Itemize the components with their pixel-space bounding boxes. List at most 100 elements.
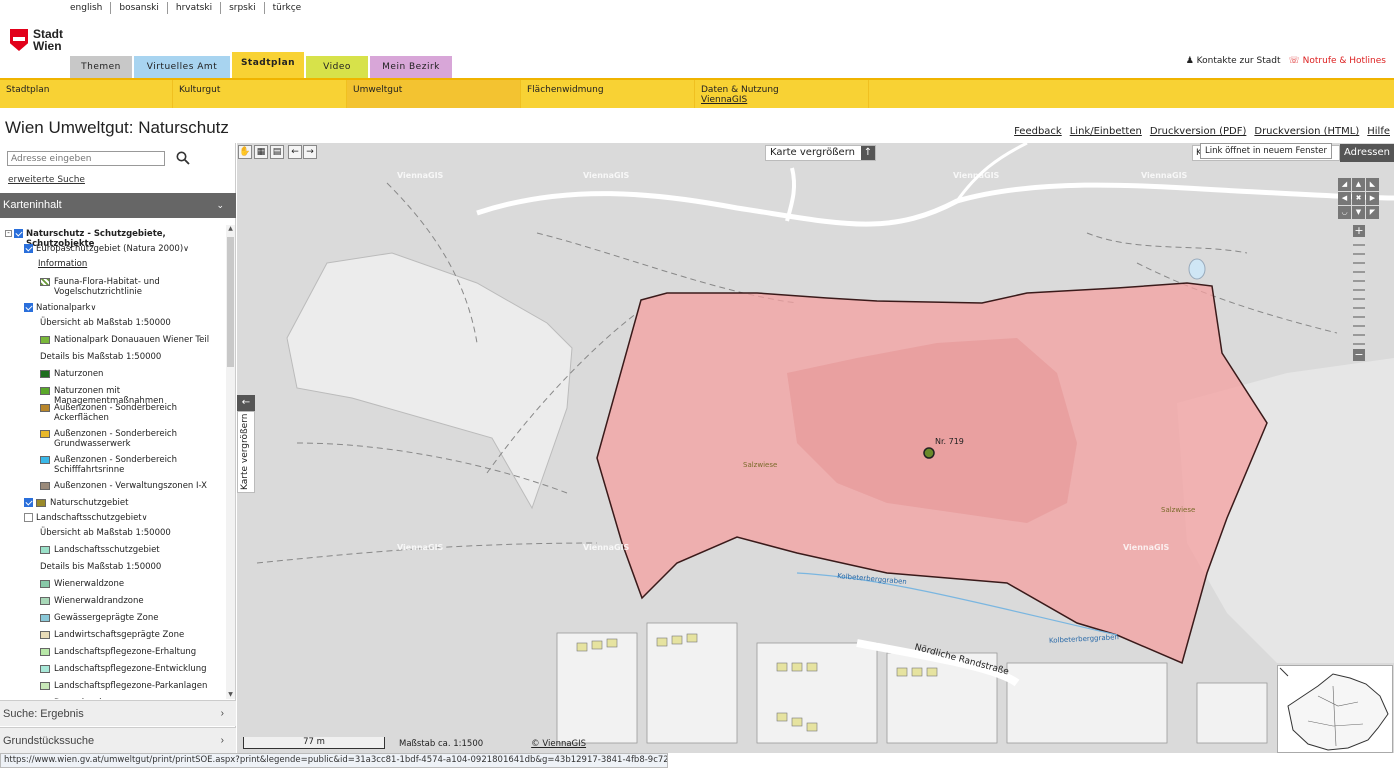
- tree-row-link[interactable]: Information: [38, 259, 220, 269]
- zoom-out-icon[interactable]: −: [1353, 349, 1365, 361]
- map-content-panel-header[interactable]: Karteninhalt ⌄: [0, 193, 236, 218]
- lang-turkce[interactable]: türkçe: [265, 2, 310, 14]
- search-icon[interactable]: [176, 151, 190, 165]
- tree-row-layer[interactable]: Naturschutzgebiet: [24, 498, 220, 508]
- layer-checkbox[interactable]: [24, 303, 33, 312]
- legend-swatch: [40, 404, 50, 412]
- tree-row-legend: Gewässergeprägte Zone: [40, 613, 220, 623]
- pan-tool-icon[interactable]: ✋: [238, 145, 252, 159]
- object-marker[interactable]: [923, 447, 935, 459]
- tree-row-layer[interactable]: Nationalpark ∨: [24, 303, 220, 313]
- map-view[interactable]: ViennaGIS ViennaGIS ViennaGIS ViennaGIS …: [237, 143, 1394, 753]
- print-html-link[interactable]: Druckversion (HTML): [1254, 126, 1359, 137]
- tree-row-legend: Naturzonen: [40, 369, 220, 379]
- action-links: Feedback Link/Einbetten Druckversion (PD…: [1014, 126, 1390, 137]
- zoom-track[interactable]: [1353, 237, 1365, 349]
- top-links: ♟ Kontakte zur Stadt ☏ Notrufe & Hotline…: [1186, 56, 1386, 66]
- tab-themen[interactable]: Themen: [70, 56, 132, 78]
- tree-row-layer[interactable]: Landschaftsschutzgebiet ∨: [24, 513, 220, 523]
- subnav-umweltgut[interactable]: Umweltgut: [347, 80, 521, 108]
- tree-label: Wienerwaldrandzone: [54, 596, 144, 606]
- tab-mein-bezirk[interactable]: Mein Bezirk: [370, 56, 452, 78]
- forward-arrow-icon[interactable]: →: [303, 145, 317, 159]
- pan-right-icon[interactable]: ▶: [1366, 192, 1379, 205]
- pan-ne-icon[interactable]: ◣: [1366, 178, 1379, 191]
- subnav-kulturgut[interactable]: Kulturgut: [173, 80, 347, 108]
- lang-bosanski[interactable]: bosanski: [111, 2, 168, 14]
- enlarge-map-top-button[interactable]: Karte vergrößern ↑: [765, 145, 876, 161]
- help-link[interactable]: Hilfe: [1367, 126, 1390, 137]
- tree-row-note: Übersicht ab Maßstab 1:50000: [40, 318, 220, 328]
- pan-down-icon[interactable]: ▼: [1352, 206, 1365, 219]
- layer-checkbox[interactable]: [24, 244, 33, 253]
- legend-swatch: [40, 665, 50, 673]
- watermark: ViennaGIS: [1123, 543, 1170, 552]
- map-canvas[interactable]: [237, 143, 1394, 753]
- addresses-button[interactable]: Adressen: [1340, 144, 1394, 162]
- scroll-thumb[interactable]: [227, 237, 234, 367]
- zoom-slider[interactable]: + −: [1353, 225, 1365, 361]
- legend-swatch: [40, 580, 50, 588]
- back-arrow-icon[interactable]: ←: [288, 145, 302, 159]
- zoom-box-icon[interactable]: ▦: [254, 145, 268, 159]
- copyright-link[interactable]: © ViennaGIS: [531, 739, 586, 749]
- lang-english[interactable]: english: [62, 2, 112, 14]
- legend-swatch: [40, 597, 50, 605]
- subnav-daten-nutzung[interactable]: Daten & Nutzung ViennaGIS: [695, 80, 869, 108]
- zoom-in-icon[interactable]: +: [1353, 225, 1365, 237]
- measure-tool-icon[interactable]: ▤: [270, 145, 284, 159]
- pan-sw-icon[interactable]: ◡: [1338, 206, 1351, 219]
- parcel-search-panel-header[interactable]: Grundstückssuche ›: [0, 727, 236, 753]
- tab-stadtplan[interactable]: Stadtplan: [232, 52, 304, 78]
- tree-label: Information: [38, 259, 88, 269]
- chevron-right-icon: ›: [220, 708, 224, 719]
- collapse-icon[interactable]: -: [5, 230, 12, 237]
- pan-nw-icon[interactable]: ◢: [1338, 178, 1351, 191]
- feedback-link[interactable]: Feedback: [1014, 126, 1062, 137]
- arrow-left-icon: ←: [237, 395, 255, 411]
- chevron-right-icon: ›: [220, 735, 224, 746]
- emergency-link[interactable]: ☏ Notrufe & Hotlines: [1289, 56, 1387, 66]
- tree-label: Landschaftspflegezone-Parkanlagen: [54, 681, 208, 691]
- subnav-stadtplan[interactable]: Stadtplan: [0, 80, 173, 108]
- scroll-down-icon[interactable]: ▼: [226, 691, 235, 699]
- watermark: ViennaGIS: [583, 171, 630, 180]
- pan-se-icon[interactable]: ◤: [1366, 206, 1379, 219]
- lang-hrvatski[interactable]: hrvatski: [168, 2, 222, 14]
- tree-row-layer[interactable]: Europaschutzgebiet (Natura 2000) ∨: [24, 244, 220, 254]
- overview-map[interactable]: [1277, 665, 1393, 753]
- layer-checkbox[interactable]: [14, 229, 23, 238]
- watermark: ViennaGIS: [397, 171, 444, 180]
- tree-label: Landwirtschaftsgeprägte Zone: [54, 630, 185, 640]
- layer-checkbox[interactable]: [24, 498, 33, 507]
- tab-virtuelles-amt[interactable]: Virtuelles Amt: [134, 56, 230, 78]
- tree-row-legend: Wienerwaldzone: [40, 579, 220, 589]
- stadt-wien-logo[interactable]: Stadt Wien: [10, 28, 63, 52]
- chevron-down-icon[interactable]: ∨: [142, 513, 148, 523]
- lang-srpski[interactable]: srpski: [221, 2, 265, 14]
- subnav-flaechenwidmung[interactable]: Flächenwidmung: [521, 80, 695, 108]
- tree-scrollbar[interactable]: ▲ ▼: [226, 225, 235, 699]
- tree-label: Landschaftspflegezone-Entwicklung: [54, 664, 207, 674]
- print-pdf-link[interactable]: Druckversion (PDF): [1150, 126, 1247, 137]
- address-search-input[interactable]: [7, 151, 165, 166]
- pan-center-icon[interactable]: ✖: [1352, 192, 1365, 205]
- tree-row-note: Details bis Maßstab 1:50000: [40, 352, 220, 362]
- contact-link[interactable]: ♟ Kontakte zur Stadt: [1186, 56, 1281, 66]
- link-embed-link[interactable]: Link/Einbetten: [1070, 126, 1142, 137]
- layer-checkbox[interactable]: [24, 513, 33, 522]
- enlarge-map-side-button[interactable]: ← Karte vergrößern: [237, 395, 255, 493]
- wien-shield-icon: [10, 29, 28, 51]
- advanced-search-link[interactable]: erweiterte Suche: [8, 175, 85, 185]
- scroll-up-icon[interactable]: ▲: [226, 225, 235, 233]
- pan-left-icon[interactable]: ◀: [1338, 192, 1351, 205]
- tree-row-legend: Landschaftspflegezone-Erhaltung: [40, 647, 220, 657]
- chevron-down-icon[interactable]: ∨: [183, 244, 189, 254]
- page: english bosanski hrvatski srpski türkçe …: [0, 0, 1394, 768]
- search-results-panel-header[interactable]: Suche: Ergebnis ›: [0, 700, 236, 726]
- legend-swatch: [40, 682, 50, 690]
- tree-label: Nationalpark Donauauen Wiener Teil: [54, 335, 210, 345]
- pan-up-icon[interactable]: ▲: [1352, 178, 1365, 191]
- chevron-down-icon[interactable]: ∨: [90, 303, 96, 313]
- tab-video[interactable]: Video: [306, 56, 368, 78]
